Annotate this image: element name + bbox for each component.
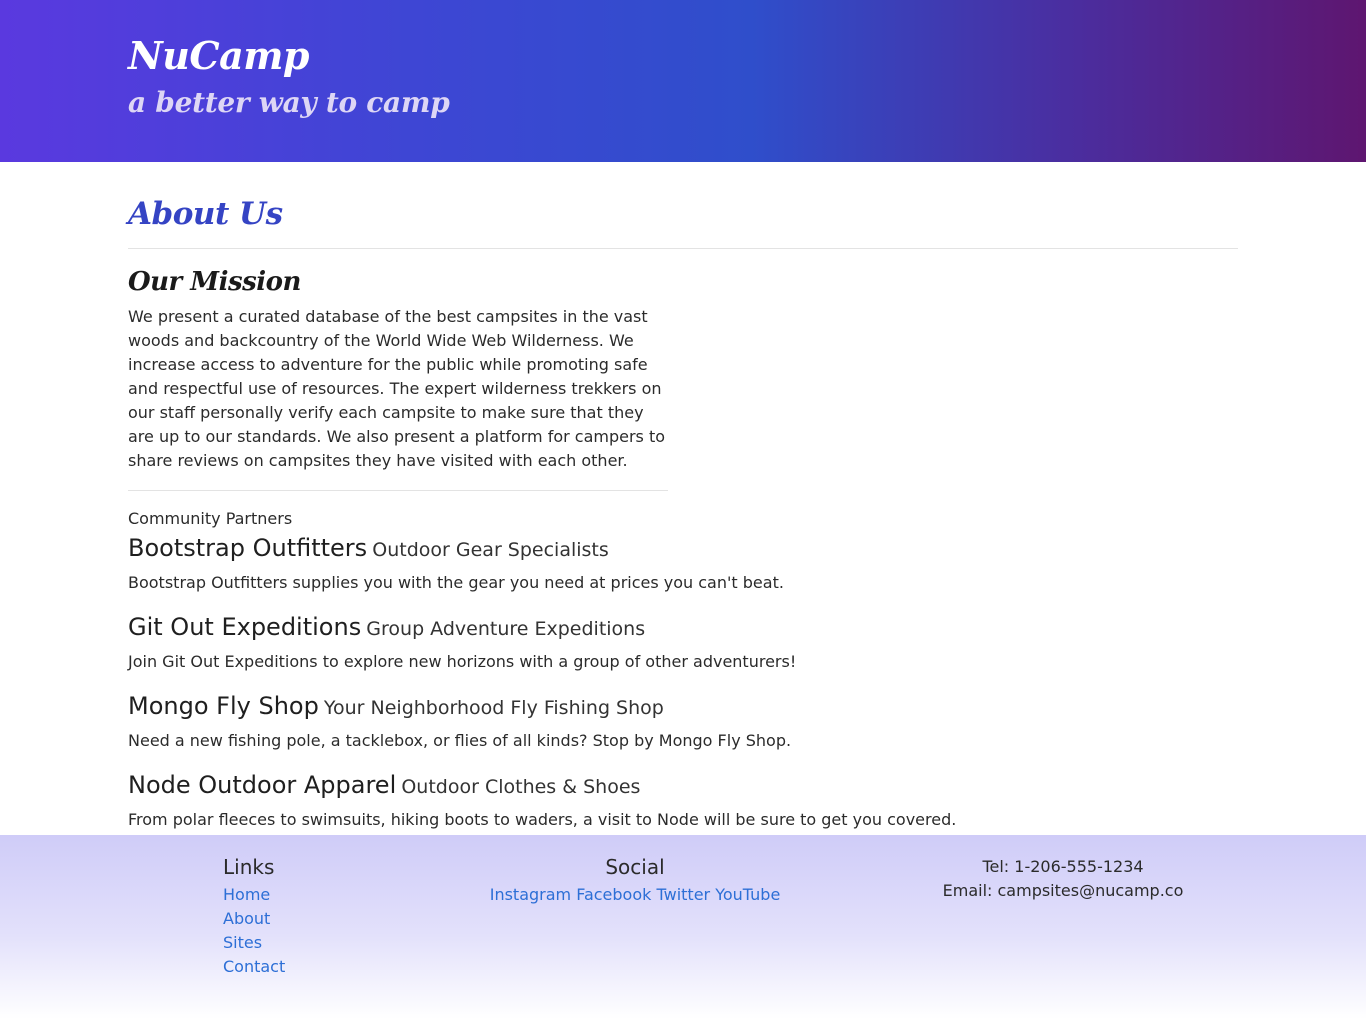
partner-item: Mongo Fly Shop Your Neighborhood Fly Fis… [128, 690, 1238, 753]
partner-name: Bootstrap Outfitters [128, 534, 368, 562]
partner-title: Bootstrap Outfitters Outdoor Gear Specia… [128, 532, 1238, 567]
divider [128, 248, 1238, 249]
partner-subtitle: Outdoor Clothes & Shoes [401, 776, 641, 798]
mission-heading: Our Mission [128, 267, 301, 297]
partner-title: Mongo Fly Shop Your Neighborhood Fly Fis… [128, 690, 1238, 725]
partner-item: Bootstrap Outfitters Outdoor Gear Specia… [128, 532, 1238, 595]
social-link-twitter[interactable]: Twitter [657, 885, 711, 904]
partner-title: Node Outdoor Apparel Outdoor Clothes & S… [128, 769, 1238, 804]
site-footer: Links Home About Sites Contact Social In… [0, 835, 1366, 1019]
footer-link-home[interactable]: Home [223, 883, 285, 907]
footer-link-contact[interactable]: Contact [223, 955, 285, 979]
footer-links-column: Links Home About Sites Contact [223, 855, 285, 979]
partner-name: Mongo Fly Shop [128, 692, 319, 720]
main-content: About Us Our Mission We present a curate… [128, 194, 1238, 832]
header-jumbotron: NuCamp a better way to camp [0, 0, 1366, 162]
partner-name: Node Outdoor Apparel [128, 771, 397, 799]
partners-label: Community Partners [128, 509, 293, 528]
partner-item: Git Out Expeditions Group Adventure Expe… [128, 611, 1238, 674]
contact-phone: Tel: 1-206-555-1234 [982, 857, 1144, 876]
partner-subtitle: Your Neighborhood Fly Fishing Shop [323, 697, 664, 719]
social-link-instagram[interactable]: Instagram [490, 885, 571, 904]
partner-description: Join Git Out Expeditions to explore new … [128, 652, 797, 671]
footer-contact-column: Tel: 1-206-555-1234 Email: campsites@nuc… [900, 855, 1226, 903]
social-link-youtube[interactable]: YouTube [715, 885, 780, 904]
footer-links-heading: Links [223, 855, 275, 879]
footer-link-about[interactable]: About [223, 907, 285, 931]
page-title: About Us [128, 196, 283, 232]
partner-subtitle: Group Adventure Expeditions [366, 618, 646, 640]
contact-email-label: Email: [942, 881, 998, 900]
divider [128, 490, 668, 491]
brand-title: NuCamp [128, 33, 310, 78]
partner-name: Git Out Expeditions [128, 613, 362, 641]
partner-description: Bootstrap Outfitters supplies you with t… [128, 573, 784, 592]
partner-description: From polar fleeces to swimsuits, hiking … [128, 810, 957, 829]
partner-item: Node Outdoor Apparel Outdoor Clothes & S… [128, 769, 1238, 832]
partner-description: Need a new fishing pole, a tacklebox, or… [128, 731, 792, 750]
partner-subtitle: Outdoor Gear Specialists [372, 539, 609, 561]
contact-email-line: Email: campsites@nucamp.co [900, 879, 1226, 903]
footer-social-heading: Social [605, 855, 665, 879]
footer-social-column: Social Instagram Facebook Twitter YouTub… [440, 855, 830, 907]
social-links: Instagram Facebook Twitter YouTube [440, 883, 830, 907]
footer-link-sites[interactable]: Sites [223, 931, 285, 955]
contact-email: campsites@nucamp.co [997, 881, 1184, 900]
partner-title: Git Out Expeditions Group Adventure Expe… [128, 611, 1238, 646]
brand-tagline: a better way to camp [128, 86, 450, 119]
social-link-facebook[interactable]: Facebook [576, 885, 651, 904]
mission-text: We present a curated database of the bes… [128, 307, 666, 470]
